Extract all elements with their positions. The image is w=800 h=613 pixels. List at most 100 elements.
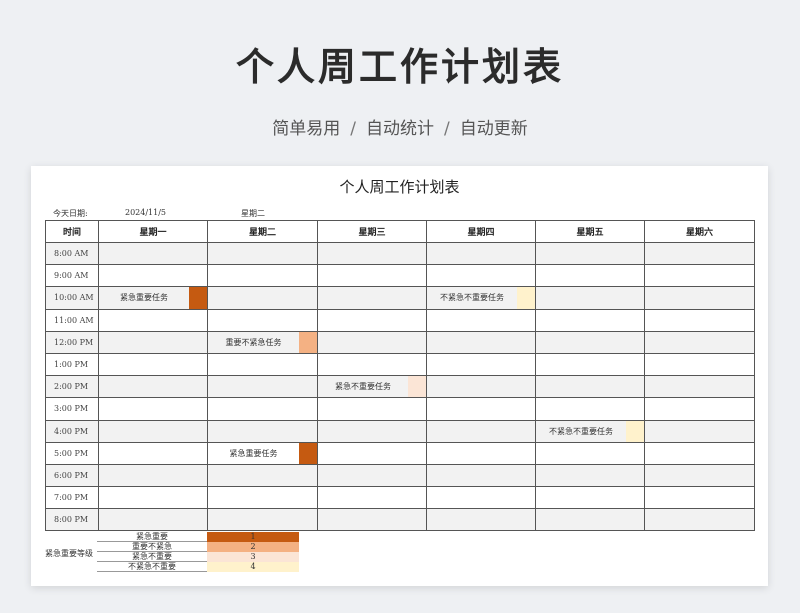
task-cell[interactable]: 不紧急不重要任务	[426, 286, 536, 310]
table-row: 7:00 PM	[45, 486, 755, 510]
schedule-cell[interactable]	[644, 508, 755, 532]
schedule-cell[interactable]	[535, 264, 645, 288]
legend-label: 紧急不重要	[97, 552, 207, 562]
schedule-cell[interactable]	[207, 264, 318, 288]
schedule-cell[interactable]	[207, 508, 318, 532]
schedule-cell[interactable]	[535, 241, 645, 266]
schedule-cell[interactable]	[426, 241, 536, 266]
schedule-cell[interactable]	[535, 352, 645, 377]
schedule-cell[interactable]	[317, 463, 427, 488]
schedule-cell[interactable]	[207, 375, 318, 399]
schedule-cell[interactable]	[207, 486, 318, 510]
table-row: 8:00 PM	[45, 508, 755, 532]
schedule-cell[interactable]	[98, 352, 208, 377]
schedule-cell[interactable]	[644, 308, 755, 332]
schedule-cell[interactable]	[207, 397, 318, 421]
schedule-cell[interactable]	[317, 397, 427, 421]
schedule-cell[interactable]	[317, 486, 427, 510]
schedule-cell[interactable]	[426, 375, 536, 399]
task-label: 紧急不重要任务	[335, 382, 391, 392]
schedule-cell[interactable]	[426, 352, 536, 377]
schedule-cell[interactable]	[98, 308, 208, 332]
schedule-cell[interactable]	[317, 352, 427, 377]
schedule-cell[interactable]	[426, 264, 536, 288]
task-cell[interactable]: 不紧急不重要任务	[535, 419, 645, 443]
schedule-cell[interactable]	[535, 397, 645, 421]
schedule-cell[interactable]	[535, 463, 645, 488]
schedule-cell[interactable]	[207, 308, 318, 332]
schedule-cell[interactable]	[207, 241, 318, 266]
schedule-cell[interactable]	[535, 508, 645, 532]
schedule-cell[interactable]	[644, 286, 755, 310]
schedule-cell[interactable]	[207, 419, 318, 443]
column-header-time: 时间	[45, 220, 99, 243]
schedule-cell[interactable]	[535, 308, 645, 332]
schedule-cell[interactable]	[426, 508, 536, 532]
schedule-cell[interactable]	[535, 286, 645, 310]
schedule-cell[interactable]	[207, 352, 318, 377]
schedule-cell[interactable]	[317, 241, 427, 266]
schedule-cell[interactable]	[644, 330, 755, 354]
schedule-cell[interactable]	[644, 375, 755, 399]
task-cell[interactable]: 紧急重要任务	[98, 286, 208, 310]
schedule-cell[interactable]	[98, 264, 208, 288]
legend-level: 3	[207, 552, 299, 562]
schedule-cell[interactable]	[426, 308, 536, 332]
schedule-cell[interactable]	[644, 397, 755, 421]
schedule-cell[interactable]	[426, 441, 536, 465]
schedule-cell[interactable]	[207, 463, 318, 488]
schedule-cell[interactable]	[98, 508, 208, 532]
subtitle-separator: /	[444, 119, 450, 139]
table-row: 10:00 AM 紧急重要任务 不紧急不重要任务	[45, 286, 755, 310]
schedule-cell[interactable]	[644, 463, 755, 488]
task-cell[interactable]: 重要不紧急任务	[207, 330, 318, 354]
schedule-cell[interactable]	[426, 486, 536, 510]
schedule-cell[interactable]	[98, 486, 208, 510]
schedule-cell[interactable]	[317, 286, 427, 310]
time-cell: 7:00 PM	[45, 486, 99, 510]
schedule-cell[interactable]	[535, 375, 645, 399]
sheet-title: 个人周工作计划表	[339, 178, 460, 196]
schedule-cell[interactable]	[98, 241, 208, 266]
schedule-cell[interactable]	[426, 463, 536, 488]
schedule-cell[interactable]	[317, 264, 427, 288]
table-row: 9:00 AM	[45, 264, 755, 288]
schedule-cell[interactable]	[317, 508, 427, 532]
schedule-cell[interactable]	[426, 330, 536, 354]
spreadsheet-preview: 个人周工作计划表 今天日期: 2024/11/5 星期二 时间 星期一 星期二 …	[31, 166, 768, 586]
task-cell[interactable]: 紧急不重要任务	[317, 375, 427, 399]
schedule-cell[interactable]	[207, 286, 318, 310]
schedule-cell[interactable]	[98, 463, 208, 488]
schedule-cell[interactable]	[317, 330, 427, 354]
schedule-cell[interactable]	[535, 486, 645, 510]
schedule-cell[interactable]	[317, 419, 427, 443]
schedule-cell[interactable]	[535, 330, 645, 354]
time-cell: 4:00 PM	[45, 419, 99, 443]
schedule-cell[interactable]	[98, 441, 208, 465]
schedule-cell[interactable]	[317, 308, 427, 332]
schedule-cell[interactable]	[426, 419, 536, 443]
schedule-cell[interactable]	[317, 441, 427, 465]
subtitle-part: 自动统计	[366, 119, 434, 139]
page-subtitle: 简单易用 / 自动统计 / 自动更新	[0, 114, 800, 139]
task-label: 紧急重要任务	[229, 448, 278, 458]
schedule-cell[interactable]	[535, 441, 645, 465]
date-label: 今天日期:	[53, 209, 88, 218]
schedule-cell[interactable]	[644, 441, 755, 465]
schedule-cell[interactable]	[644, 241, 755, 266]
schedule-cell[interactable]	[644, 264, 755, 288]
table-row: 5:00 PM 紧急重要任务	[45, 441, 755, 465]
schedule-cell[interactable]	[98, 330, 208, 354]
table-row: 2:00 PM 紧急不重要任务	[45, 375, 755, 399]
task-cell[interactable]: 紧急重要任务	[207, 441, 318, 465]
schedule-cell[interactable]	[98, 419, 208, 443]
schedule-cell[interactable]	[644, 486, 755, 510]
time-cell: 5:00 PM	[45, 441, 99, 465]
priority-color-marker	[408, 376, 426, 398]
schedule-cell[interactable]	[644, 352, 755, 377]
schedule-cell[interactable]	[426, 397, 536, 421]
schedule-cell[interactable]	[98, 397, 208, 421]
column-header-day: 星期一	[98, 220, 208, 243]
schedule-cell[interactable]	[644, 419, 755, 443]
schedule-cell[interactable]	[98, 375, 208, 399]
